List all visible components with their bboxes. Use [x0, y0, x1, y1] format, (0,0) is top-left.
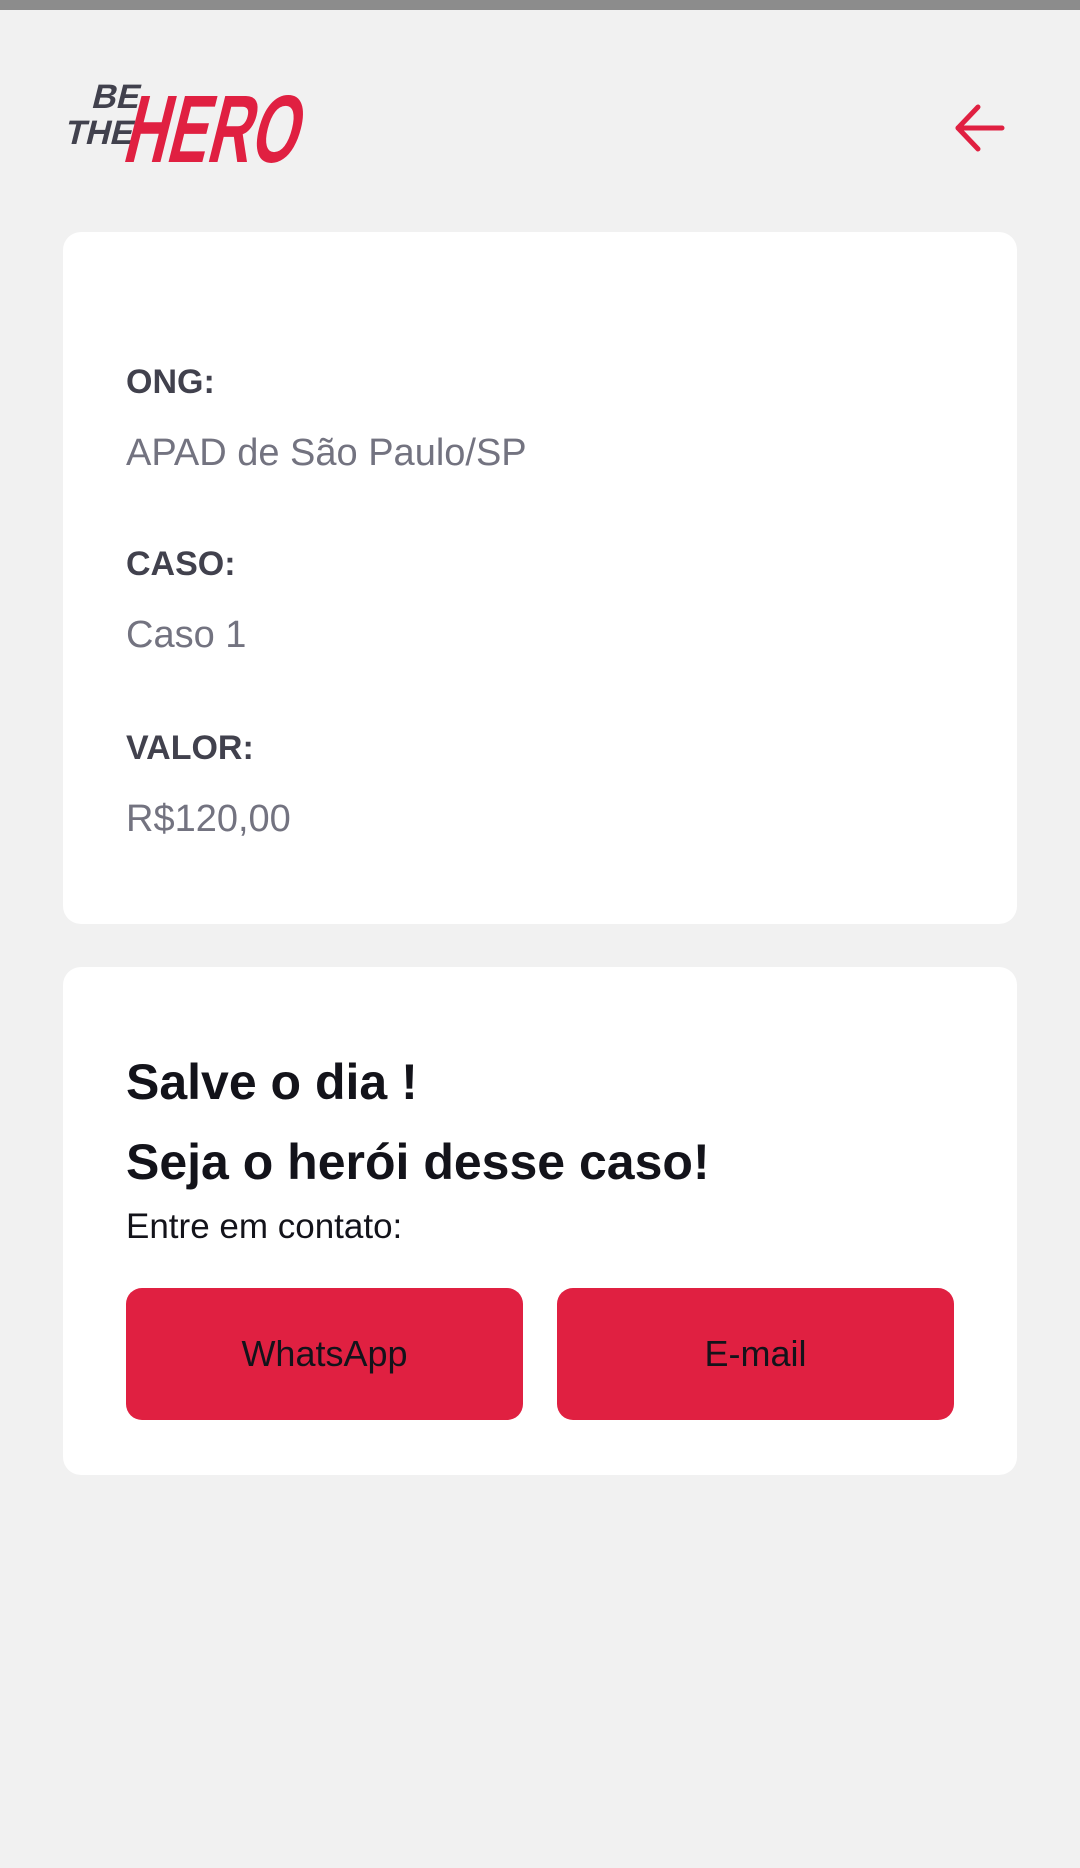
ong-value: APAD de São Paulo/SP: [126, 432, 527, 474]
whatsapp-button[interactable]: WhatsApp: [126, 1288, 523, 1420]
value-field: VALOR: R$120,00: [126, 728, 954, 842]
contact-subtitle: Entre em contato:: [126, 1207, 403, 1246]
incident-card: ONG: APAD de São Paulo/SP CASO: Caso 1 V…: [63, 232, 1017, 924]
case-field: CASO: Caso 1: [126, 544, 954, 658]
ong-label: ONG:: [126, 363, 215, 401]
case-label: CASO:: [126, 545, 236, 583]
case-value: Caso 1: [126, 614, 247, 656]
email-button[interactable]: E-mail: [557, 1288, 954, 1420]
value-label: VALOR:: [126, 729, 254, 767]
status-strip: [0, 0, 1080, 10]
contact-title-line2: Seja o herói desse caso!: [126, 1134, 710, 1190]
header: BE THE HERO: [0, 10, 1080, 210]
contact-title-line1: Salve o dia !: [126, 1054, 418, 1110]
ong-field: ONG: APAD de São Paulo/SP: [126, 362, 954, 476]
be-the-hero-logo: BE THE HERO: [62, 62, 314, 180]
contact-card: Salve o dia ! Seja o herói desse caso! E…: [63, 967, 1017, 1475]
contact-actions: WhatsApp E-mail: [126, 1288, 954, 1420]
logo-hero-text: HERO: [116, 75, 314, 180]
arrow-left-icon: [955, 104, 1005, 152]
value-amount: R$120,00: [126, 798, 291, 840]
back-button[interactable]: [940, 88, 1020, 168]
